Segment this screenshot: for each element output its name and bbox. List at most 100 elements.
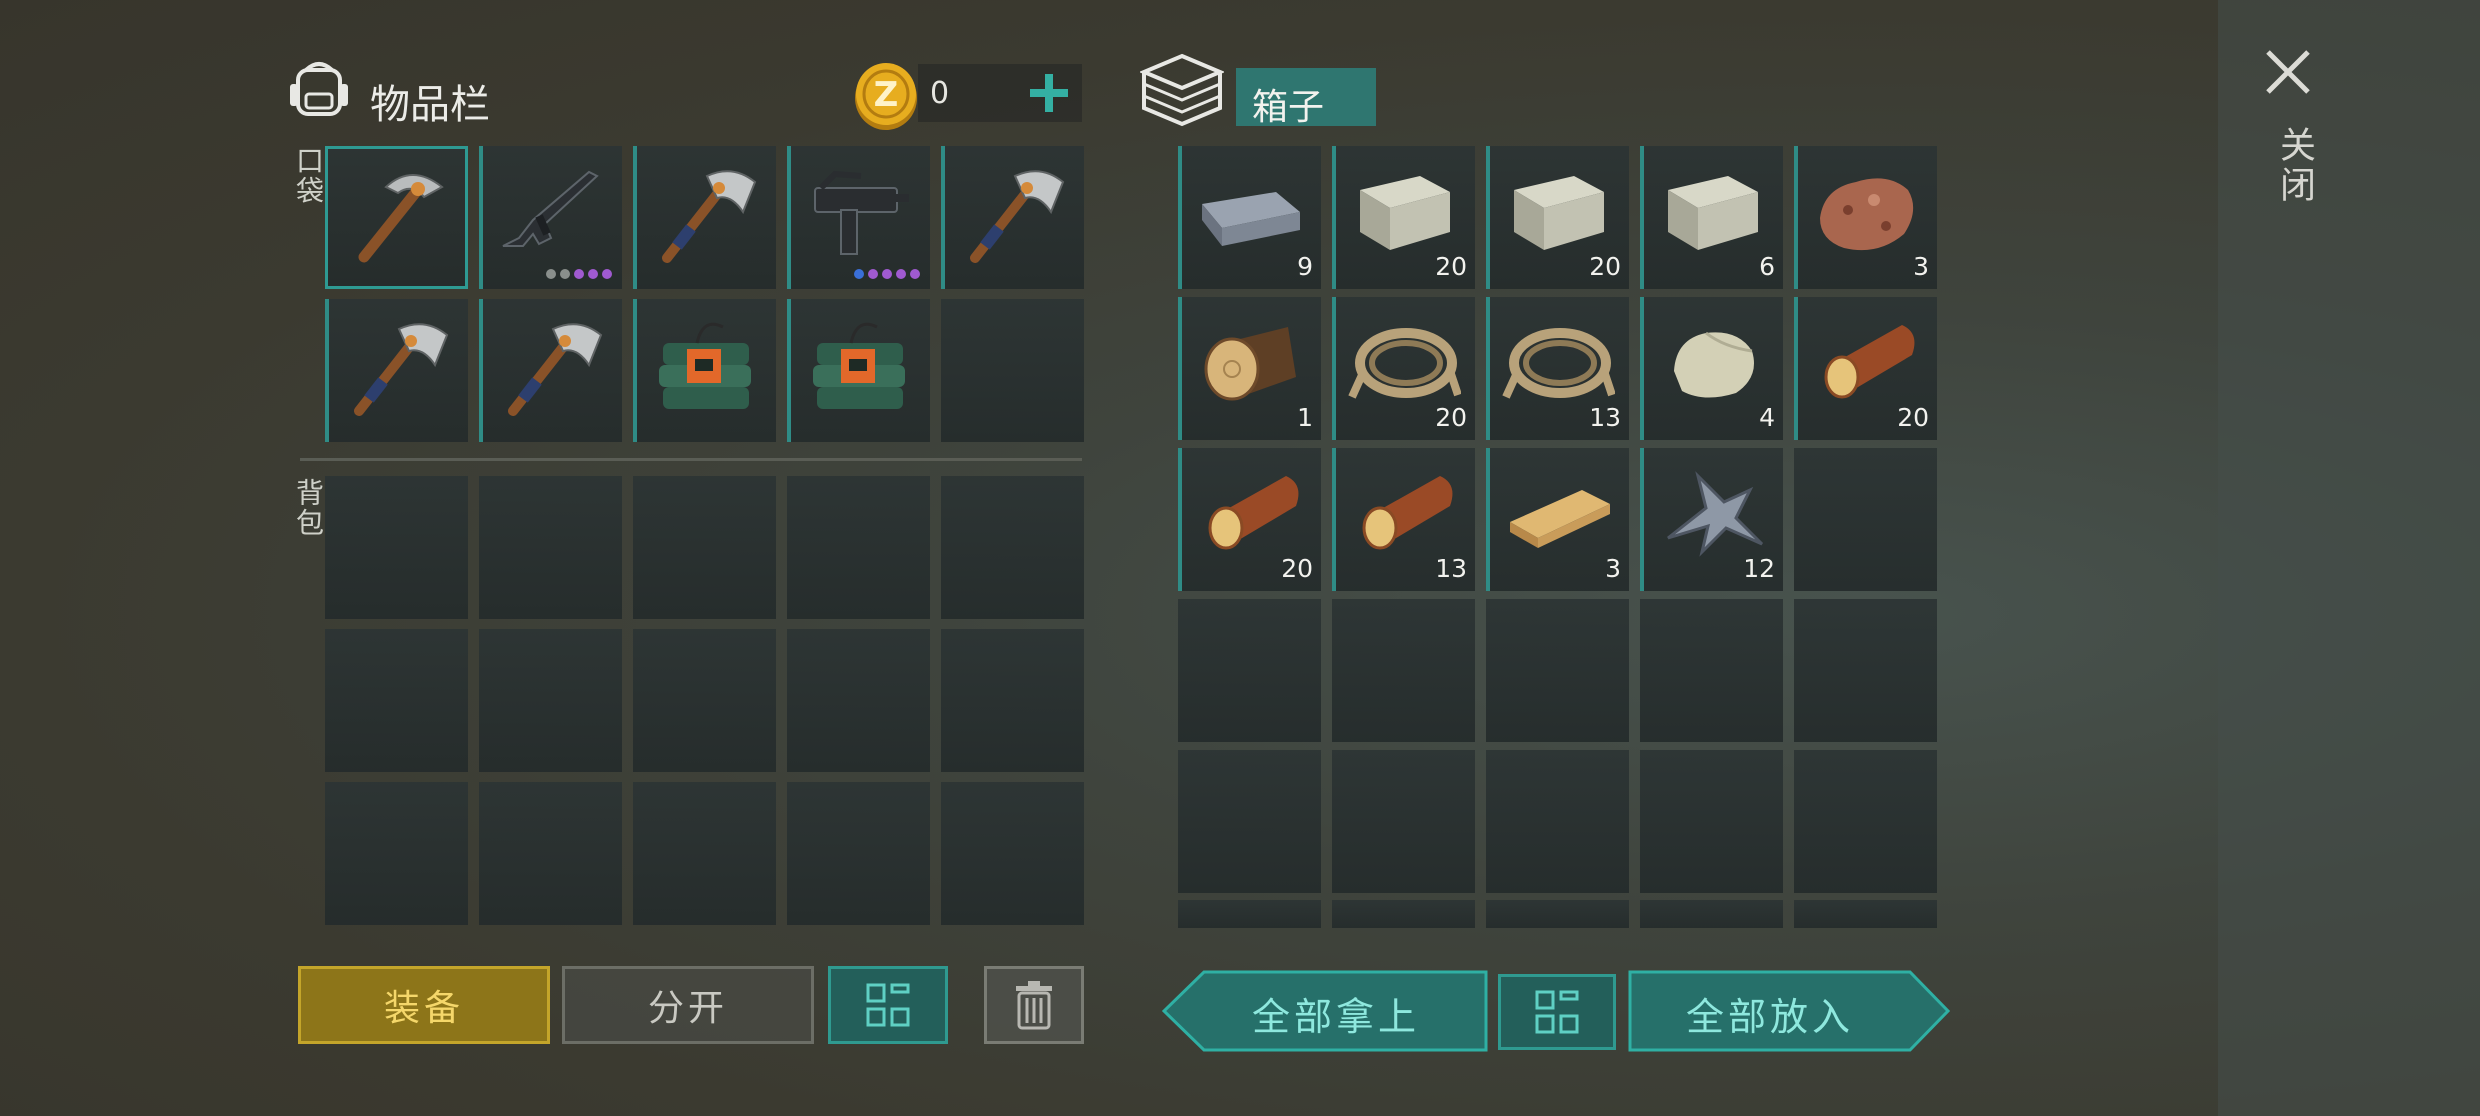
box-slot[interactable]: 3 (1486, 448, 1629, 591)
limestone-icon (1654, 305, 1769, 420)
box-slot[interactable]: 13 (1486, 297, 1629, 440)
box-slot[interactable] (1794, 900, 1937, 928)
box-slot[interactable]: 20 (1178, 448, 1321, 591)
iron-ingot-icon (1192, 154, 1307, 269)
pocket-slot[interactable] (479, 146, 622, 289)
pocket-slot[interactable] (633, 299, 776, 442)
item-count: 4 (1759, 403, 1775, 432)
item-count: 6 (1759, 252, 1775, 281)
backpack-slot[interactable] (479, 782, 622, 925)
pocket-slot[interactable] (787, 299, 930, 442)
box-slot[interactable] (1332, 750, 1475, 893)
box-slot[interactable] (1794, 599, 1937, 742)
backpack-slot[interactable] (325, 629, 468, 772)
quality-dot (882, 269, 892, 279)
pocket-slot[interactable] (633, 146, 776, 289)
backpack-slot[interactable] (787, 476, 930, 619)
box-slot[interactable]: 20 (1794, 297, 1937, 440)
take-all-button[interactable]: 全部拿上 (1162, 970, 1488, 1052)
box-slot[interactable] (1178, 599, 1321, 742)
pickaxe-icon (342, 157, 457, 272)
grid-sort-icon (1535, 990, 1579, 1034)
item-count: 20 (1589, 252, 1621, 281)
box-slot[interactable]: 3 (1794, 146, 1937, 289)
stone-block-icon (1654, 154, 1769, 269)
quality-dot (868, 269, 878, 279)
box-slot[interactable] (1486, 599, 1629, 742)
backpack-slot[interactable] (633, 476, 776, 619)
split-button[interactable]: 分开 (562, 966, 814, 1044)
item-count: 3 (1913, 252, 1929, 281)
hatchet-icon (339, 307, 454, 422)
item-count: 9 (1297, 252, 1313, 281)
box-slot[interactable]: 20 (1486, 146, 1629, 289)
copper-ore-icon (1808, 154, 1923, 269)
pocket-slot[interactable] (325, 146, 468, 289)
pocket-slot[interactable] (941, 146, 1084, 289)
backpack-slot[interactable] (325, 476, 468, 619)
sort-box-button[interactable] (1498, 974, 1616, 1050)
inventory-title: 物品栏 (370, 82, 490, 128)
backpack-slot[interactable] (633, 629, 776, 772)
backpack-slot[interactable] (633, 782, 776, 925)
quality-dot (602, 269, 612, 279)
equip-button[interactable]: 装备 (298, 966, 550, 1044)
box-slot[interactable] (1640, 900, 1783, 928)
grid-sort-icon (866, 983, 910, 1027)
item-count: 20 (1281, 554, 1313, 583)
backpack-slot[interactable] (941, 476, 1084, 619)
box-slot[interactable] (1178, 900, 1321, 928)
backpack-slot[interactable] (787, 629, 930, 772)
box-slot[interactable] (1178, 750, 1321, 893)
box-slot[interactable]: 20 (1332, 297, 1475, 440)
box-slot[interactable] (1794, 448, 1937, 591)
pocket-label: 口袋 (292, 146, 325, 206)
box-slot[interactable]: 4 (1640, 297, 1783, 440)
backpack-slot[interactable] (479, 629, 622, 772)
backpack-slot[interactable] (941, 782, 1084, 925)
backpack-icon (288, 56, 350, 120)
box-slot[interactable]: 13 (1332, 448, 1475, 591)
box-slot[interactable] (1486, 900, 1629, 928)
box-slot[interactable]: 20 (1332, 146, 1475, 289)
hatchet-icon (955, 154, 1070, 269)
quality-dots (854, 269, 920, 279)
box-slot[interactable] (1332, 599, 1475, 742)
box-title: 箱子 (1252, 87, 1325, 128)
trash-icon (1016, 981, 1052, 1030)
quality-dot (560, 269, 570, 279)
box-icon (1138, 52, 1226, 128)
backpack-slot[interactable] (941, 629, 1084, 772)
section-divider (300, 458, 1082, 461)
pocket-slot[interactable] (787, 146, 930, 289)
box-slot[interactable]: 6 (1640, 146, 1783, 289)
plus-icon (1030, 74, 1068, 112)
pocket-slot[interactable] (479, 299, 622, 442)
add-coins-button[interactable] (1024, 68, 1074, 118)
put-all-button[interactable]: 全部放入 (1628, 970, 1950, 1052)
quality-dot (574, 269, 584, 279)
item-count: 13 (1589, 403, 1621, 432)
backpack-label: 背包 (292, 478, 325, 538)
box-slot[interactable]: 1 (1178, 297, 1321, 440)
sort-inventory-button[interactable] (828, 966, 948, 1044)
pocket-slot[interactable] (325, 299, 468, 442)
put-all-button-label: 全部放入 (1686, 995, 1855, 1039)
log-icon (1192, 305, 1307, 420)
item-count: 12 (1743, 554, 1775, 583)
box-slot[interactable] (1794, 750, 1937, 893)
backpack-slot[interactable] (325, 782, 468, 925)
box-slot[interactable]: 9 (1178, 146, 1321, 289)
quality-dot (588, 269, 598, 279)
box-slot[interactable] (1640, 750, 1783, 893)
box-slot[interactable] (1640, 599, 1783, 742)
trash-button[interactable] (984, 966, 1084, 1044)
box-slot[interactable] (1486, 750, 1629, 893)
backpack-slot[interactable] (479, 476, 622, 619)
backpack-slot[interactable] (787, 782, 930, 925)
close-button[interactable]: 关闭 (2262, 46, 2322, 226)
box-slot[interactable]: 12 (1640, 448, 1783, 591)
box-slot[interactable] (1332, 900, 1475, 928)
c4-explosive-icon (647, 307, 762, 422)
pocket-slot[interactable] (941, 299, 1084, 442)
